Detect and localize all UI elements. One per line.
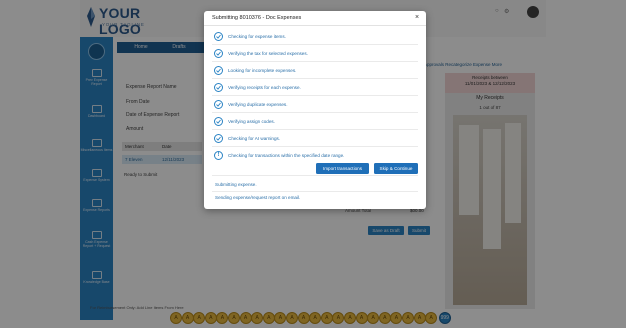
check-circle-icon [214, 32, 223, 41]
transactions-check-text: Checking for transactions within the spe… [228, 153, 345, 158]
check-item: Verifying receipts for each expense. [212, 80, 418, 96]
check-item-text: Checking for AI warnings. [228, 136, 281, 141]
check-item: Checking for AI warnings. [212, 131, 418, 147]
sending-status: Sending expense/request report on email. [215, 195, 301, 200]
check-item-text: Verifying receipts for each expense. [228, 85, 301, 90]
import-transactions-button[interactable]: Import transactions [316, 163, 369, 174]
check-circle-icon [214, 117, 223, 126]
check-circle-icon [214, 134, 223, 143]
app-page: YOUR LOGO YOUR TAGLINE ○ ⚙ Prev Expense … [0, 0, 626, 328]
modal-title: Submitting 8010376 - Doc Expenses [212, 15, 302, 21]
divider [212, 191, 418, 192]
submitting-status: Submitting expense. [215, 182, 257, 187]
check-circle-icon [214, 83, 223, 92]
skip-continue-button[interactable]: Skip & Continue [374, 163, 418, 174]
submission-modal: Submitting 8010376 - Doc Expenses × Chec… [204, 11, 426, 209]
close-icon[interactable]: × [415, 14, 419, 22]
check-item-text: Verifying the tax for selected expenses. [228, 51, 308, 56]
check-circle-icon [214, 100, 223, 109]
check-circle-icon [214, 49, 223, 58]
transactions-check-row: ! Checking for transactions within the s… [212, 149, 418, 176]
check-item-text: Looking for incomplete expenses. [228, 68, 297, 73]
check-item-text: Verifying assign codes. [228, 119, 275, 124]
check-item: Looking for incomplete expenses. [212, 63, 418, 79]
check-item: Verifying assign codes. [212, 114, 418, 130]
check-item-text: Checking for expense items. [228, 34, 286, 39]
check-circle-icon [214, 66, 223, 75]
check-item-text: Verifying duplicate expenses. [228, 102, 288, 107]
check-item: Verifying duplicate expenses. [212, 97, 418, 113]
check-item: Checking for expense items. [212, 29, 418, 45]
modal-header: Submitting 8010376 - Doc Expenses × [204, 11, 426, 26]
info-icon: ! [214, 151, 223, 160]
check-item: Verifying the tax for selected expenses. [212, 46, 418, 62]
